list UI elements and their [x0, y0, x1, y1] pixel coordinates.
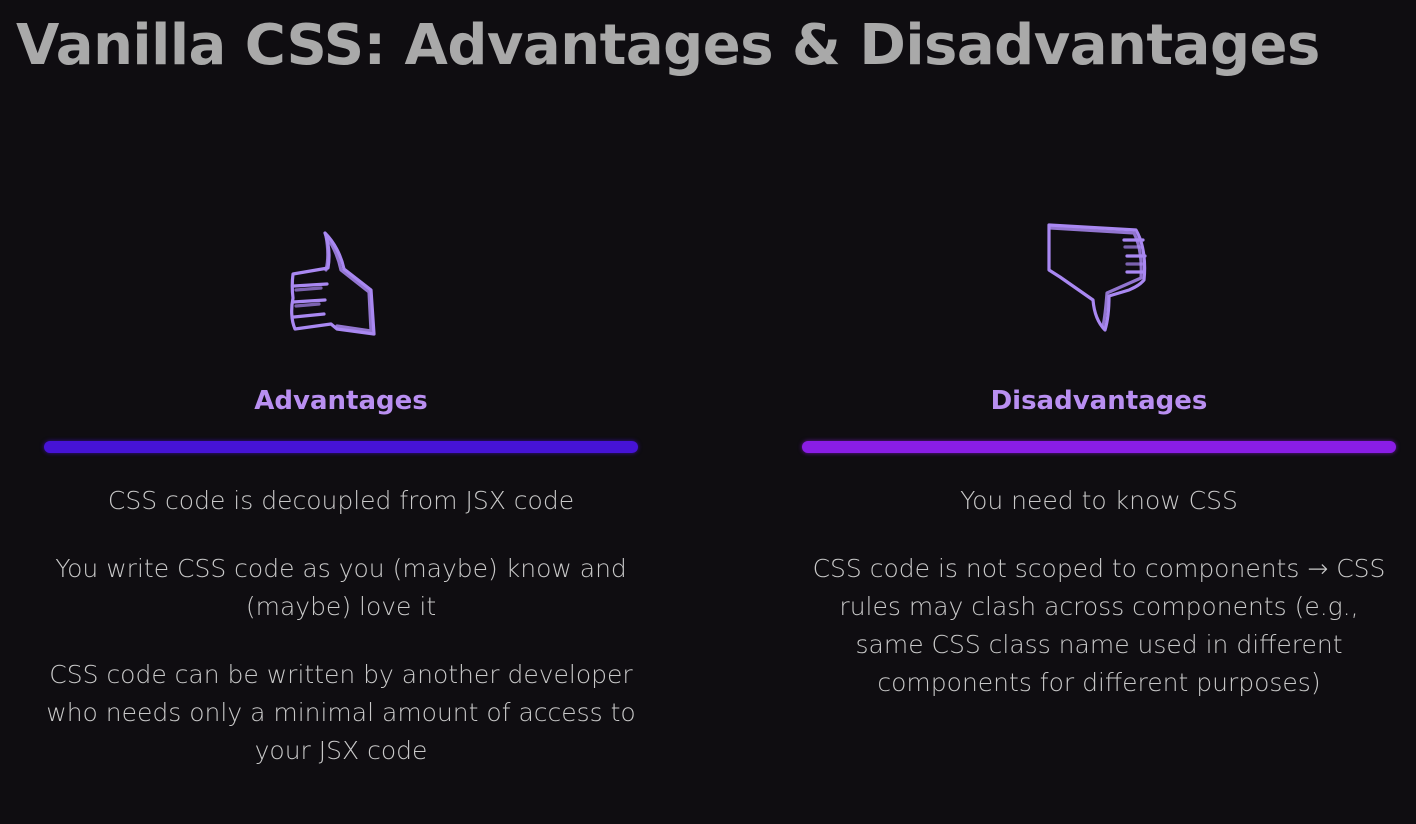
disadvantages-underline — [802, 441, 1396, 453]
disadvantages-list: You need to know CSS CSS code is not sco… — [799, 482, 1399, 732]
slide-title: Vanilla CSS: Advantages & Disadvantages — [16, 13, 1320, 78]
thumbs-up-icon — [281, 220, 401, 342]
advantages-heading: Advantages — [254, 386, 428, 416]
list-item: You need to know CSS — [960, 486, 1238, 515]
advantages-underline — [44, 441, 638, 453]
list-item: You write CSS code as you (maybe) know a… — [55, 554, 627, 621]
list-item: CSS code is decoupled from JSX code — [107, 486, 575, 515]
thumbs-down-icon — [1039, 220, 1159, 342]
advantages-list: CSS code is decoupled from JSX code You … — [41, 482, 641, 800]
list-item: CSS code is not scoped to components → C… — [812, 554, 1386, 697]
list-item: CSS code can be written by another devel… — [46, 660, 636, 765]
disadvantages-heading: Disadvantages — [990, 386, 1208, 416]
